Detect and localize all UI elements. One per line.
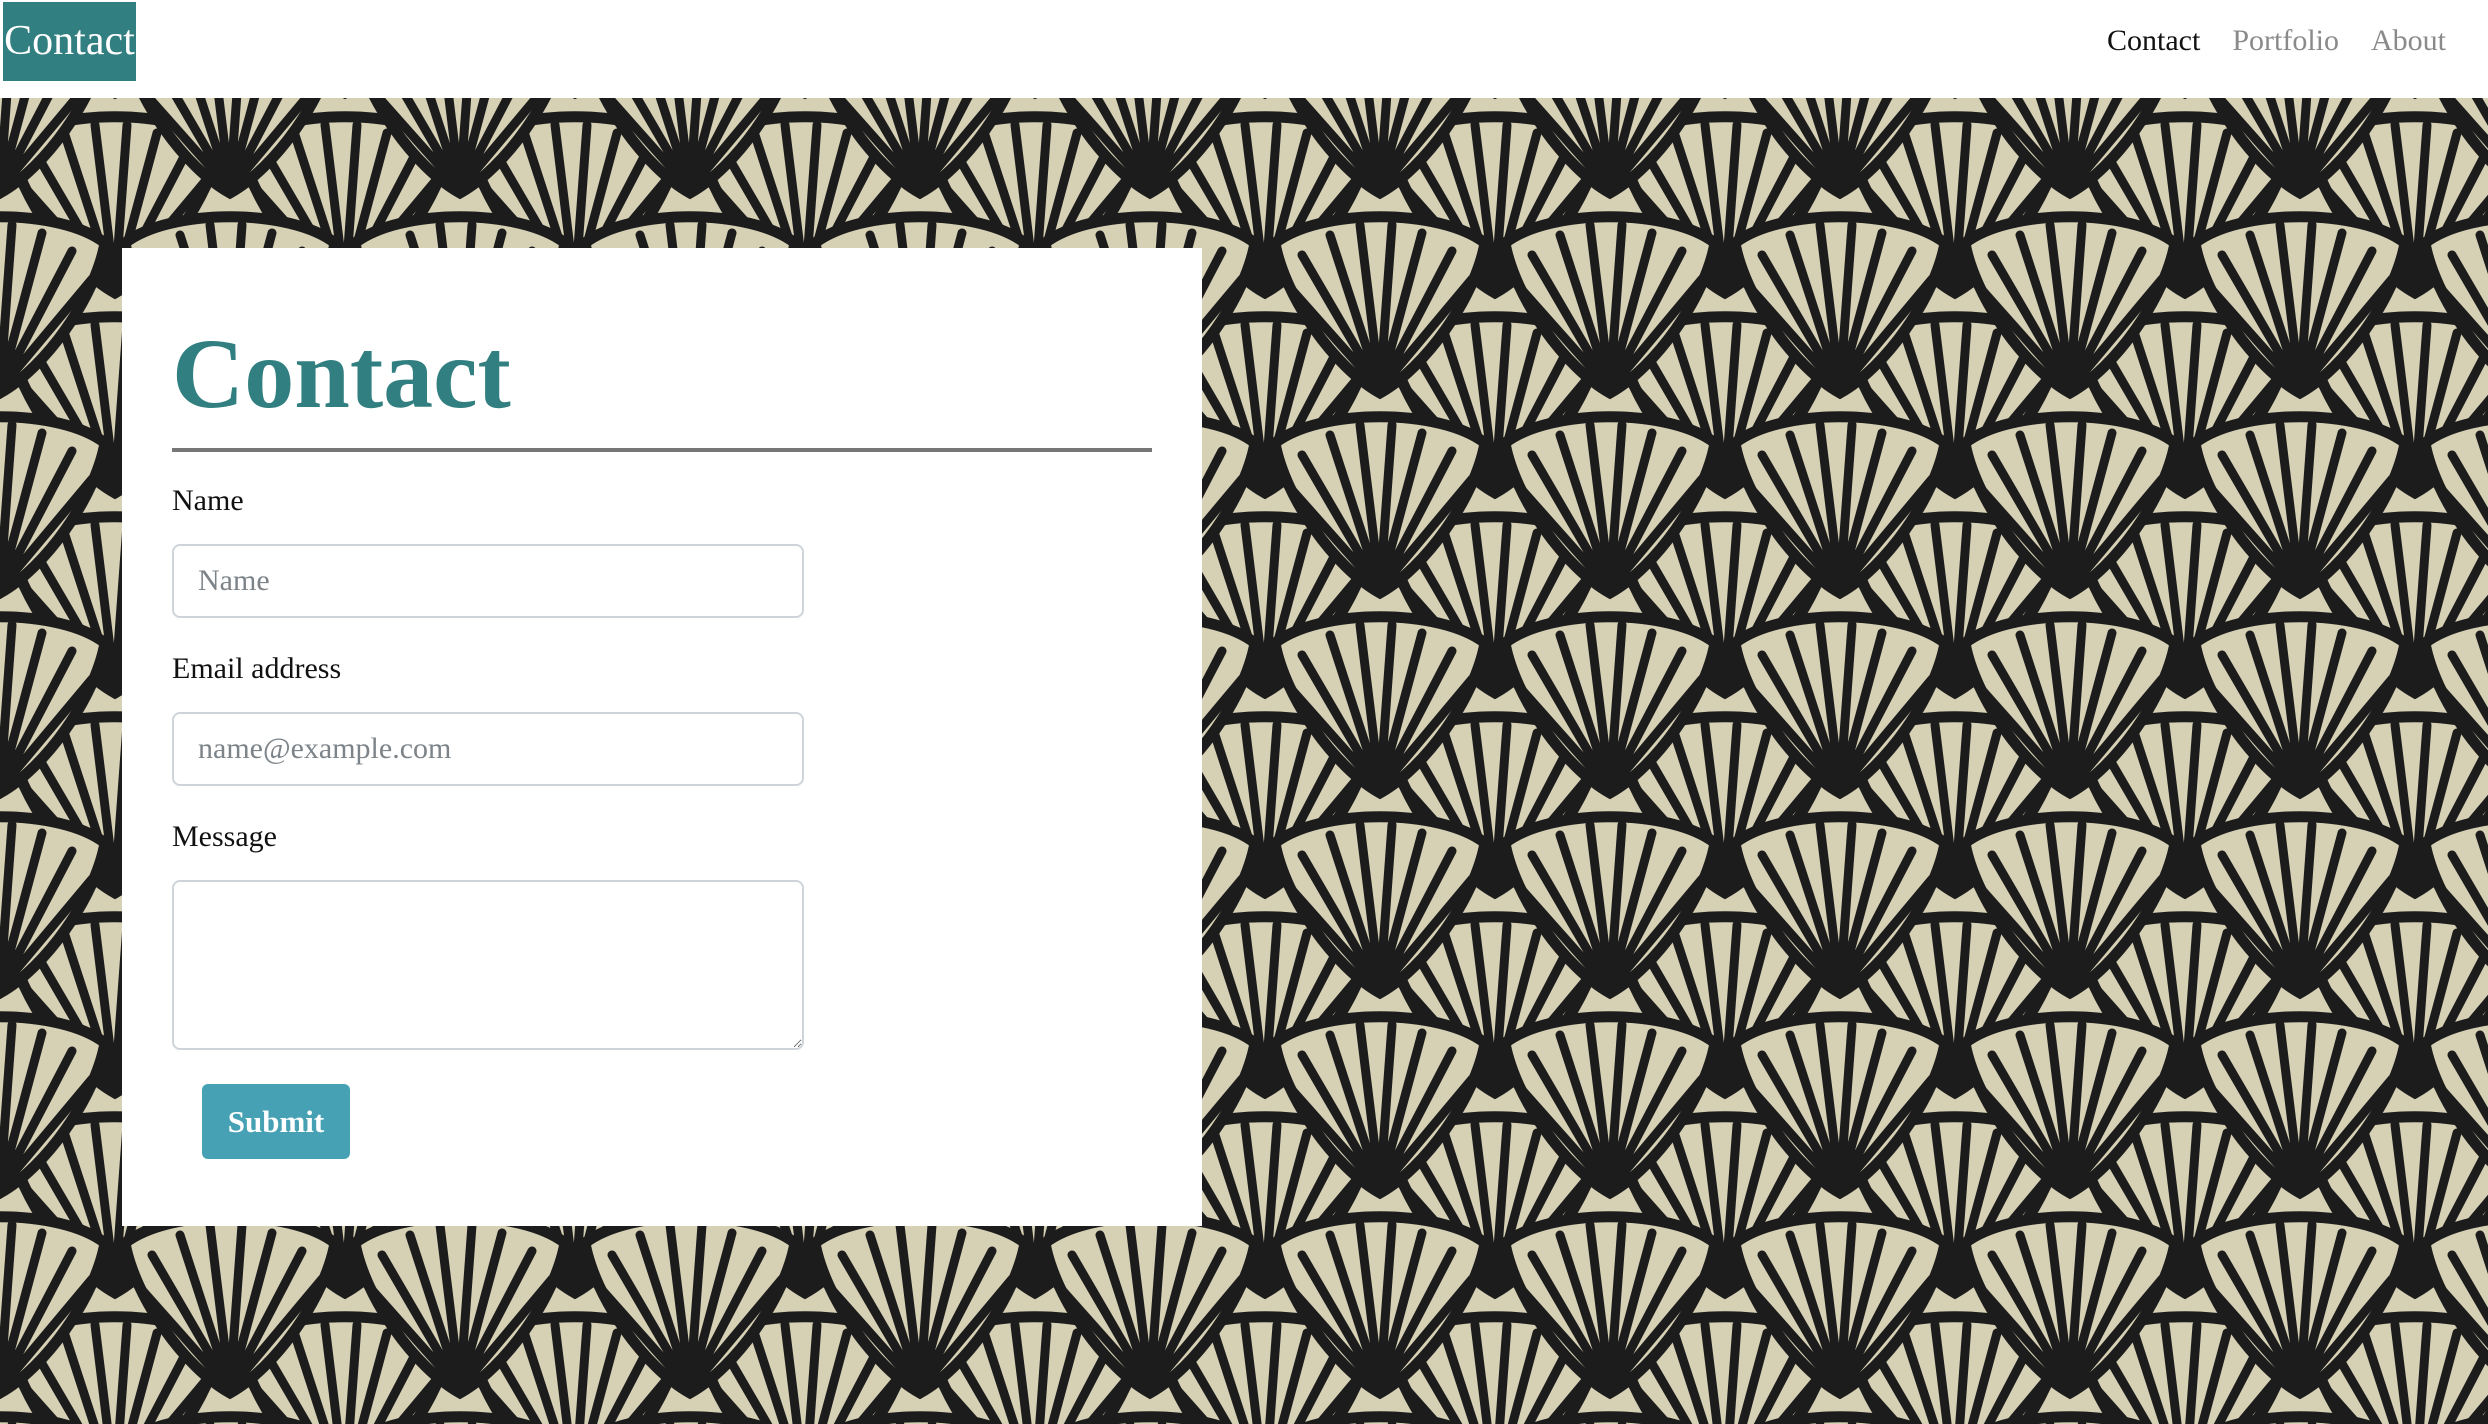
email-input[interactable] <box>172 712 804 786</box>
nav-link-portfolio[interactable]: Portfolio <box>2232 24 2339 58</box>
submit-button[interactable]: Submit <box>202 1084 350 1159</box>
navbar: Contact Contact Portfolio About <box>0 0 2488 98</box>
brand-link[interactable]: Contact <box>3 2 136 81</box>
page-title: Contact <box>172 318 511 429</box>
message-label: Message <box>172 820 277 853</box>
patterned-background: Contact Name Email address Message Submi… <box>0 98 2488 1424</box>
name-input[interactable] <box>172 544 804 618</box>
contact-card: Contact Name Email address Message Submi… <box>122 248 1202 1226</box>
nav-links: Contact Portfolio About <box>2107 0 2446 82</box>
nav-link-contact[interactable]: Contact <box>2107 24 2200 58</box>
title-divider <box>172 448 1152 452</box>
nav-link-about[interactable]: About <box>2371 24 2446 58</box>
name-label: Name <box>172 484 244 517</box>
email-label: Email address <box>172 652 342 685</box>
message-textarea[interactable] <box>172 880 804 1050</box>
